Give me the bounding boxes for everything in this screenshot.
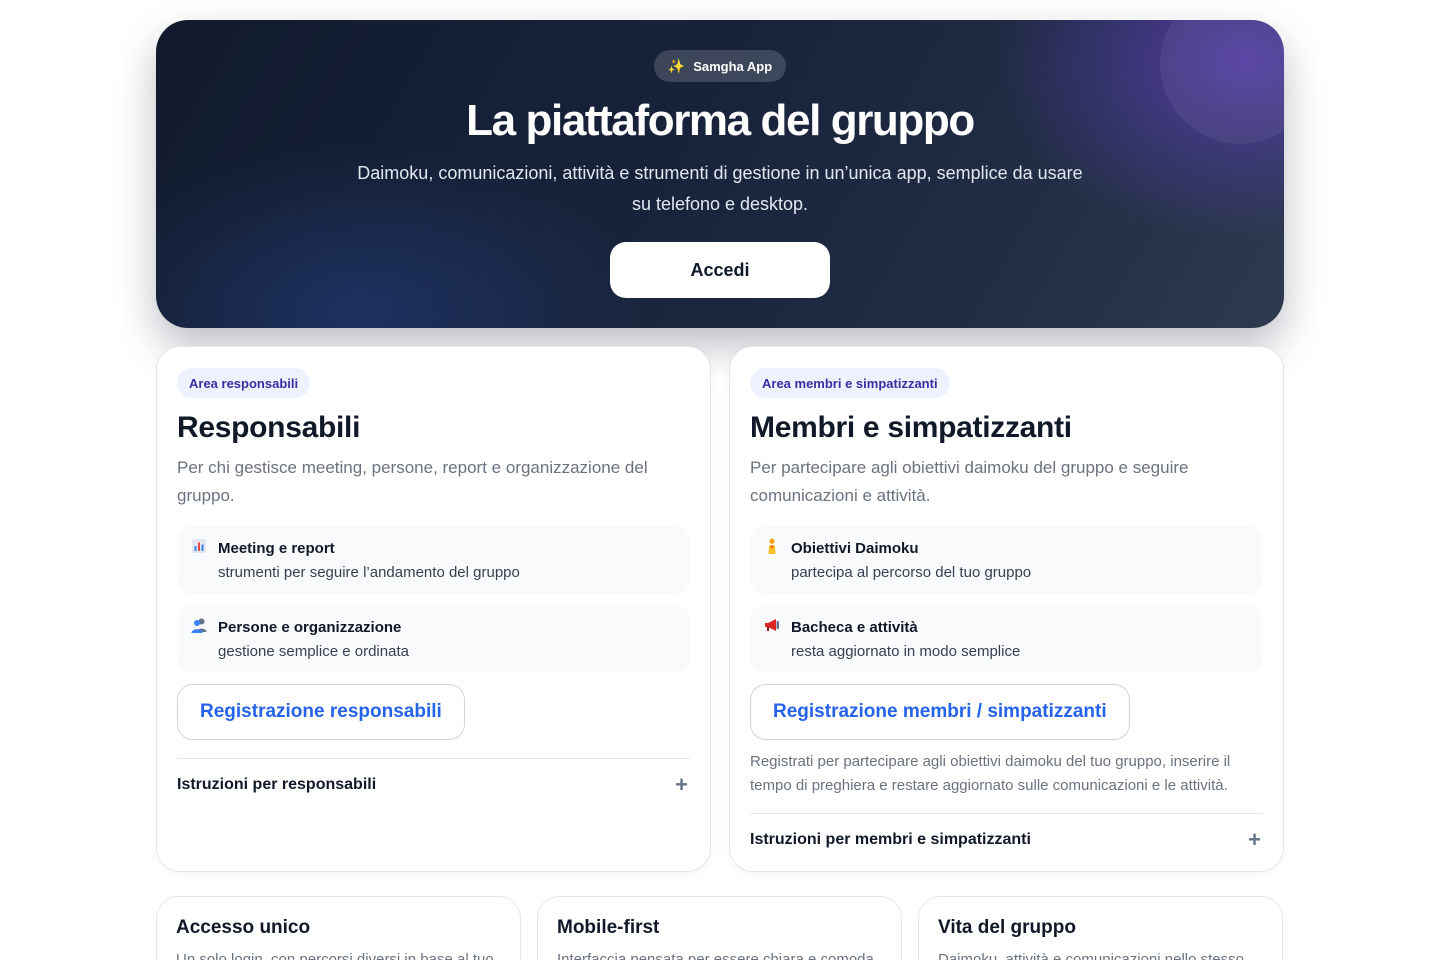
plus-icon: + <box>675 772 688 797</box>
hero-subtitle: Daimoku, comunicazioni, attività e strum… <box>357 163 1083 214</box>
divider <box>177 758 690 759</box>
feature-card-title: Vita del gruppo <box>938 917 1076 938</box>
accordion-label: Istruzioni per membri e simpatizzanti <box>750 831 1031 848</box>
feature-subtitle: resta aggiornato in modo semplice <box>791 643 1021 660</box>
register-responsabili-button[interactable]: Registrazione responsabili <box>177 684 465 740</box>
feature-subtitle: partecipa al percorso del tuo gruppo <box>791 564 1032 581</box>
hero-banner: ✨ Samgha App La piattaforma del gruppo D… <box>156 20 1284 328</box>
accordion-label: Istruzioni per responsabili <box>177 776 377 793</box>
feature-meeting-report: Meeting e report strumenti per seguire l… <box>177 526 690 594</box>
feature-title: Bacheca e attività <box>791 619 918 636</box>
feature-card-text: Interfaccia pensata per essere chiara e … <box>557 951 874 960</box>
card-title: Membri e simpatizzanti <box>750 411 1072 444</box>
app-badge: ✨ Samgha App <box>654 50 786 82</box>
feature-bacheca-attivita: Bacheca e attività resta aggiornato in m… <box>750 605 1263 673</box>
register-membri-button[interactable]: Registrazione membri / simpatizzanti <box>750 684 1130 740</box>
feature-card-text: Un solo login, con percorsi diversi in b… <box>176 951 494 960</box>
feature-card-text: Daimoku, attività e comunicazioni nello … <box>938 951 1244 960</box>
feature-card-title: Accesso unico <box>176 917 311 938</box>
divider <box>750 813 1263 814</box>
feature-title: Meeting e report <box>218 540 335 557</box>
feature-title: Obiettivi Daimoku <box>791 540 919 557</box>
feature-card-title: Mobile-first <box>557 917 660 938</box>
area-pill: Area membri e simpatizzanti <box>750 368 950 398</box>
people-icon <box>191 618 207 633</box>
hero-title: La piattaforma del gruppo <box>466 96 975 145</box>
feature-card-mobile-first: Mobile-first Interfaccia pensata per ess… <box>537 896 902 960</box>
login-button[interactable]: Accedi <box>610 242 830 298</box>
bar-chart-icon <box>192 539 206 553</box>
card-description: Per partecipare agli obiettivi daimoku d… <box>750 458 1189 505</box>
feature-obiettivi-daimoku: Obiettivi Daimoku partecipa al percorso … <box>750 526 1263 594</box>
responsabili-card: Area responsabili Responsabili Per chi g… <box>156 346 711 872</box>
feature-subtitle: gestione semplice e ordinata <box>218 643 409 660</box>
feature-card-vita-del-gruppo: Vita del gruppo Daimoku, attività e comu… <box>918 896 1283 960</box>
person-praying-icon <box>768 538 776 554</box>
instructions-responsabili-accordion[interactable]: Istruzioni per responsabili + <box>177 772 690 797</box>
feature-persone-organizzazione: Persone e organizzazione gestione sempli… <box>177 605 690 673</box>
card-description: Per chi gestisce meeting, persone, repor… <box>177 458 648 505</box>
feature-subtitle: strumenti per seguire l’andamento del gr… <box>218 564 520 581</box>
instructions-membri-accordion[interactable]: Istruzioni per membri e simpatizzanti + <box>750 827 1263 852</box>
sparkles-icon: ✨ <box>667 57 686 74</box>
membri-card: Area membri e simpatizzanti Membri e sim… <box>729 346 1284 872</box>
register-note: Registrati per partecipare agli obiettiv… <box>750 753 1231 794</box>
megaphone-icon <box>765 619 779 631</box>
app-badge-label: Samgha App <box>693 58 773 74</box>
feature-card-accesso-unico: Accesso unico Un solo login, con percors… <box>156 896 521 960</box>
feature-title: Persone e organizzazione <box>218 619 402 636</box>
area-pill: Area responsabili <box>177 368 311 398</box>
plus-icon: + <box>1248 827 1261 852</box>
card-title: Responsabili <box>177 411 361 444</box>
